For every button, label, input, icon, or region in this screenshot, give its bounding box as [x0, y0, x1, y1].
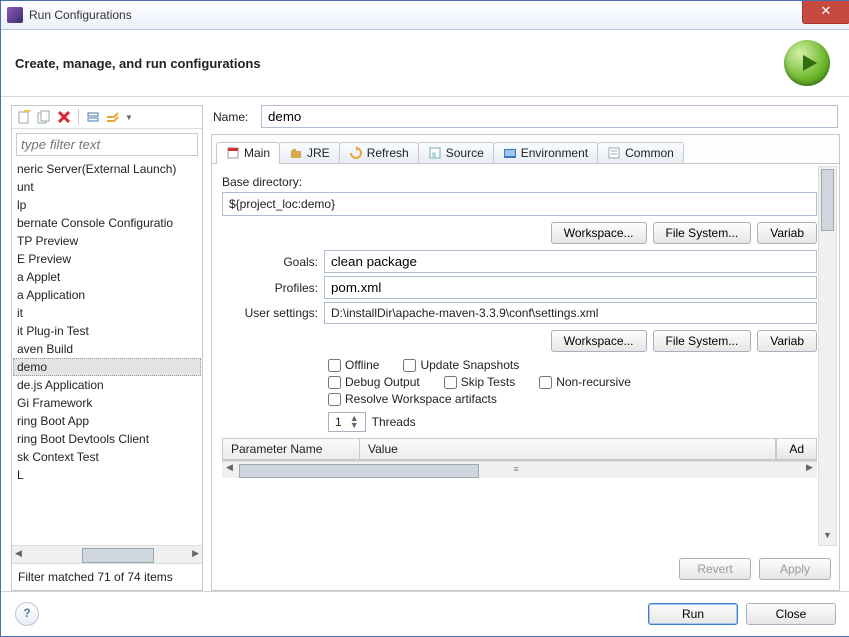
refresh-tab-icon [349, 146, 363, 160]
col-parameter-name[interactable]: Parameter Name [223, 439, 360, 459]
common-tab-icon [607, 146, 621, 160]
profiles-label: Profiles: [222, 281, 318, 295]
dialog-heading: Create, manage, and run configurations [15, 56, 784, 71]
delete-icon[interactable] [56, 109, 72, 125]
close-button[interactable]: Close [746, 603, 836, 625]
window-close-button[interactable]: ✕ [802, 1, 849, 24]
tree-item[interactable]: de.js Application [13, 376, 201, 394]
add-param-button[interactable]: Ad [776, 439, 816, 459]
tree-item[interactable]: neric Server(External Launch) [13, 160, 201, 178]
left-panel: ▼ neric Server(External Launch)untlpbern… [11, 105, 203, 591]
base-dir-label: Base directory: [222, 175, 817, 189]
threads-spinner[interactable]: 1▲▼ [328, 412, 366, 432]
basedir-workspace-button[interactable]: Workspace... [551, 222, 647, 244]
offline-checkbox[interactable]: Offline [328, 358, 379, 372]
tree-item[interactable]: bernate Console Configuratio [13, 214, 201, 232]
dialog-header: Create, manage, and run configurations [1, 30, 849, 97]
eclipse-icon [7, 7, 23, 23]
tab-main-content: ▲▼ Base directory: ${project_loc:demo} W… [212, 164, 839, 548]
tree-item[interactable]: it [13, 304, 201, 322]
usersettings-filesystem-button[interactable]: File System... [653, 330, 752, 352]
filter-input[interactable] [16, 133, 198, 156]
source-tab-icon: s [428, 146, 442, 160]
name-label: Name: [213, 110, 255, 124]
tab-main[interactable]: Main [216, 142, 280, 164]
tree-item[interactable]: L [13, 466, 201, 484]
tree-item[interactable]: a Application [13, 286, 201, 304]
parameters-table: Parameter Name Value Ad [222, 438, 817, 461]
tree-item[interactable]: E Preview [13, 250, 201, 268]
duplicate-icon[interactable] [36, 109, 52, 125]
tree-item[interactable]: Gi Framework [13, 394, 201, 412]
name-input[interactable] [261, 105, 838, 128]
tab-common[interactable]: Common [597, 142, 684, 163]
content-vscrollbar[interactable]: ▲▼ [818, 166, 837, 546]
tree-item[interactable]: it Plug-in Test [13, 322, 201, 340]
tree-hscrollbar[interactable]: ◀ ▶ [12, 545, 202, 563]
tree-item[interactable]: sk Context Test [13, 448, 201, 466]
svg-text:s: s [432, 150, 436, 159]
window-title: Run Configurations [29, 8, 132, 22]
toolbar-dropdown-arrow[interactable]: ▼ [125, 113, 133, 122]
tree-item[interactable]: demo [13, 358, 201, 376]
left-toolbar: ▼ [12, 106, 202, 129]
filter-status: Filter matched 71 of 74 items [12, 563, 202, 590]
collapse-all-icon[interactable] [85, 109, 101, 125]
titlebar[interactable]: Run Configurations ✕ [1, 1, 849, 30]
tab-bar: Main JRE Refresh sSource Environment Com… [212, 135, 839, 164]
col-value[interactable]: Value [360, 439, 776, 459]
new-config-icon[interactable] [16, 109, 32, 125]
update-snapshots-checkbox[interactable]: Update Snapshots [403, 358, 519, 372]
tree-item[interactable]: TP Preview [13, 232, 201, 250]
tab-environment[interactable]: Environment [493, 142, 598, 163]
run-orb-icon [784, 40, 830, 86]
skip-tests-checkbox[interactable]: Skip Tests [444, 375, 515, 389]
env-tab-icon [503, 146, 517, 160]
run-config-dialog: Run Configurations ✕ Create, manage, and… [0, 0, 849, 637]
goals-label: Goals: [222, 255, 318, 269]
right-panel: Name: Main JRE Refresh sSource Environme… [211, 105, 840, 591]
basedir-filesystem-button[interactable]: File System... [653, 222, 752, 244]
resolve-workspace-checkbox[interactable]: Resolve Workspace artifacts [328, 392, 497, 406]
user-settings-label: User settings: [222, 306, 318, 320]
scroll-grip-icon: ≡ [514, 464, 519, 474]
params-hscrollbar[interactable]: ◀ ≡ ▶ [222, 461, 817, 478]
main-tab-icon [226, 146, 240, 160]
basedir-variables-button[interactable]: Variab [757, 222, 817, 244]
usersettings-workspace-button[interactable]: Workspace... [551, 330, 647, 352]
user-settings-input[interactable]: D:\installDir\apache-maven-3.3.9\conf\se… [324, 302, 817, 324]
usersettings-variables-button[interactable]: Variab [757, 330, 817, 352]
tree-item[interactable]: ring Boot App [13, 412, 201, 430]
filter-icon[interactable] [105, 109, 121, 125]
revert-button[interactable]: Revert [679, 558, 751, 580]
tree-item[interactable]: ring Boot Devtools Client [13, 430, 201, 448]
goals-input[interactable] [324, 250, 817, 273]
run-button[interactable]: Run [648, 603, 738, 625]
threads-label: Threads [372, 415, 416, 429]
tree-item[interactable]: unt [13, 178, 201, 196]
dialog-footer: ? Run Close [1, 591, 849, 636]
tree-item[interactable]: lp [13, 196, 201, 214]
apply-button[interactable]: Apply [759, 558, 831, 580]
debug-output-checkbox[interactable]: Debug Output [328, 375, 420, 389]
jre-tab-icon [289, 146, 303, 160]
tree-item[interactable]: aven Build [13, 340, 201, 358]
non-recursive-checkbox[interactable]: Non-recursive [539, 375, 631, 389]
tab-refresh[interactable]: Refresh [339, 142, 419, 163]
config-tree[interactable]: neric Server(External Launch)untlpbernat… [13, 160, 201, 545]
profiles-input[interactable] [324, 276, 817, 299]
help-button[interactable]: ? [15, 602, 39, 626]
base-dir-field[interactable]: ${project_loc:demo} [222, 192, 817, 216]
tree-item[interactable]: a Applet [13, 268, 201, 286]
tab-source[interactable]: sSource [418, 142, 494, 163]
tab-jre[interactable]: JRE [279, 142, 340, 163]
